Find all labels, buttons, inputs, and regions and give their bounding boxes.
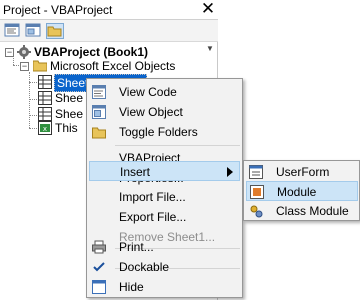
menu-item-label: Hide: [119, 280, 144, 294]
collapse-icon[interactable]: −: [20, 62, 29, 71]
insert-submenu: UserForm Module Class Module: [243, 160, 360, 221]
workbook-icon: x: [38, 121, 52, 135]
view-code-icon: [92, 85, 106, 99]
toggle-folders-icon: [47, 26, 62, 37]
menu-item-label: View Code: [119, 85, 177, 99]
view-code-icon: [4, 23, 20, 37]
menu-item-hide[interactable]: Hide: [89, 277, 240, 297]
window-title: Project - VBAProject: [3, 3, 113, 17]
checkmark-icon: [93, 262, 105, 272]
menu-item-label: Export File...: [119, 210, 187, 224]
title-bar: Project - VBAProject ✕: [0, 0, 218, 20]
menu-item-export-file[interactable]: Export File...: [89, 207, 240, 227]
submenu-item-label: UserForm: [276, 165, 330, 179]
tree-item-label: Shee: [55, 91, 84, 105]
class-module-icon: [250, 205, 263, 218]
menu-item-view-code[interactable]: View Code: [89, 82, 240, 102]
submenu-item-label: Module: [277, 185, 317, 199]
tree-item-label: This: [55, 121, 78, 135]
menu-item-label: Dockable: [119, 260, 170, 274]
menu-item-view-object[interactable]: View Object: [89, 102, 240, 122]
menu-item-insert[interactable]: Insert: [89, 161, 240, 181]
menu-separator: [115, 145, 240, 146]
close-icon[interactable]: ✕: [200, 0, 216, 18]
menu-item-label: View Object: [119, 105, 183, 119]
printer-icon: [92, 240, 106, 254]
submenu-item-userform[interactable]: UserForm: [246, 162, 358, 182]
menu-item-label: Print...: [119, 240, 154, 254]
vba-project-icon: [17, 45, 31, 59]
hide-icon: [92, 280, 106, 294]
collapse-icon[interactable]: −: [5, 48, 14, 57]
submenu-item-module[interactable]: Module: [246, 181, 358, 201]
module-icon: [250, 185, 264, 199]
submenu-item-label: Class Module: [276, 204, 349, 218]
menu-item-print[interactable]: Print...: [89, 237, 240, 257]
menu-item-import-file[interactable]: Import File...: [89, 187, 240, 207]
context-menu: View Code View Object Toggle Folders VBA…: [86, 78, 243, 298]
view-code-button[interactable]: [4, 23, 22, 39]
explorer-toolbar: ▼: [0, 20, 218, 53]
menu-item-label: Import File...: [119, 190, 186, 204]
worksheet-icon: [38, 75, 52, 89]
view-object-icon: [25, 23, 41, 37]
folder-label: Microsoft Excel Objects: [50, 59, 176, 73]
folder-icon: [92, 127, 106, 139]
worksheet-icon: [38, 107, 52, 121]
submenu-item-class-module[interactable]: Class Module: [246, 201, 358, 221]
tree-node-folder[interactable]: − Microsoft Excel Objects: [0, 58, 218, 74]
view-object-icon: [92, 105, 106, 119]
worksheet-icon: [38, 91, 52, 105]
menu-item-label: Toggle Folders: [119, 125, 198, 139]
submenu-arrow-icon: [227, 167, 233, 177]
svg-text:x: x: [43, 125, 47, 133]
menu-item-toggle-folders[interactable]: Toggle Folders: [89, 122, 240, 142]
menu-item-label: Insert: [120, 165, 151, 179]
folder-icon: [33, 60, 47, 72]
view-object-button[interactable]: [25, 23, 43, 39]
userform-icon: [249, 165, 263, 179]
menu-item-dockable[interactable]: Dockable: [89, 257, 240, 277]
toggle-folders-button[interactable]: [46, 23, 64, 39]
